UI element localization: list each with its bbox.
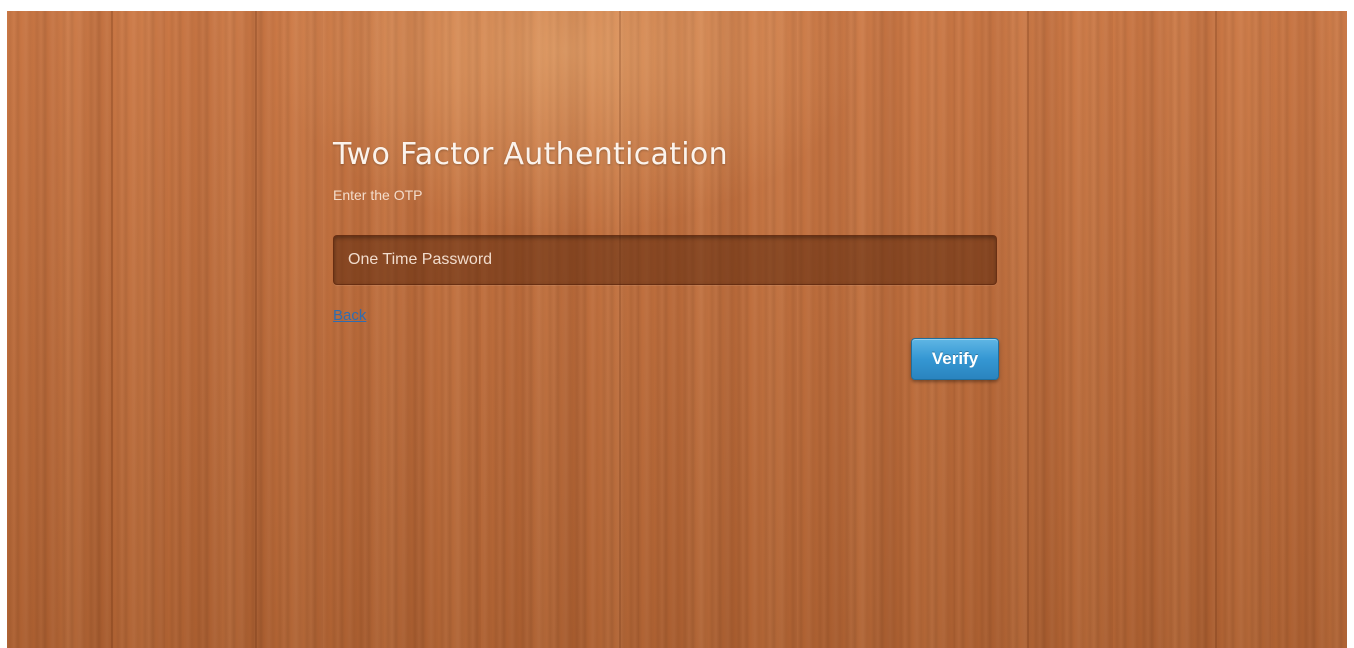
wood-plank-seam bbox=[111, 11, 113, 648]
two-factor-form: Two Factor Authentication Enter the OTP … bbox=[333, 131, 999, 380]
wood-plank-seam bbox=[255, 11, 257, 648]
wood-plank-seam bbox=[1215, 11, 1217, 648]
wood-plank-seam bbox=[1027, 11, 1029, 648]
otp-instruction: Enter the OTP bbox=[333, 187, 423, 203]
verify-button[interactable]: Verify bbox=[911, 338, 999, 380]
back-link[interactable]: Back bbox=[333, 307, 366, 324]
otp-input[interactable] bbox=[333, 235, 997, 285]
wood-background: Two Factor Authentication Enter the OTP … bbox=[7, 11, 1347, 648]
wood-plank-seam bbox=[619, 11, 621, 648]
page-title: Two Factor Authentication bbox=[333, 137, 728, 172]
